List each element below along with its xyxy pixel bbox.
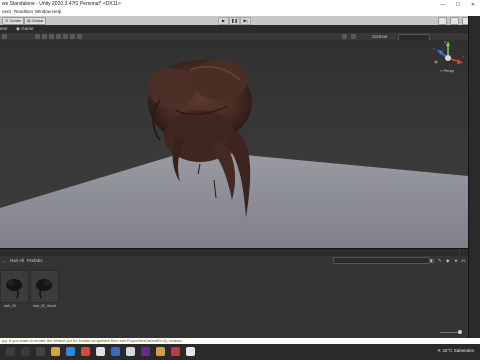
weather-label: Sabetotes — [453, 348, 474, 353]
hidden-count: 29 — [461, 257, 466, 263]
tab-game-label: Game — [21, 26, 34, 31]
filter-icon[interactable]: ◆ — [446, 258, 449, 264]
effects-icon[interactable] — [56, 34, 61, 39]
perspective-label[interactable]: < Persp — [440, 68, 454, 73]
step-button[interactable]: ▶| — [240, 17, 251, 25]
camera-icon[interactable] — [70, 34, 75, 39]
asset-label: hair_00 — [4, 304, 16, 308]
window-title: ws Standalone - Unity 2020.3.47f1 Person… — [2, 1, 121, 7]
thumbnail-size-slider-handle[interactable] — [458, 330, 462, 334]
cloud-icon[interactable] — [450, 17, 459, 25]
visual-studio-icon[interactable] — [141, 347, 150, 356]
asset-tile[interactable] — [30, 270, 59, 303]
collab-icon[interactable] — [438, 17, 447, 25]
gizmo-y-label: y — [444, 40, 446, 44]
play-button[interactable]: ▶ — [218, 17, 229, 25]
task-view-icon[interactable] — [36, 347, 45, 356]
tab-scene[interactable]: ene — [0, 25, 8, 33]
ground-plane — [0, 150, 468, 248]
menu-item-rendition[interactable]: Rendition — [14, 9, 33, 14]
mail-icon[interactable] — [111, 347, 120, 356]
asset-label: hair_00_Scroll — [33, 304, 56, 308]
menu-item-window[interactable]: Window — [35, 9, 51, 14]
edge-icon[interactable] — [66, 347, 75, 356]
gizmo-z-label: z — [433, 46, 435, 51]
hair-prefab-thumbnail-icon — [36, 279, 52, 299]
project-assets-area — [0, 264, 468, 338]
2d-toggle-icon[interactable] — [35, 34, 40, 39]
os-taskbar: ☀ 32°C Sabetotes — [0, 344, 480, 360]
folder-icon[interactable] — [156, 347, 165, 356]
star-icon[interactable]: ★ — [454, 258, 458, 264]
lighting-icon[interactable] — [42, 34, 47, 39]
global-label: Global — [31, 18, 44, 23]
main-toolbar: ⊙ Center ◍ Global ▶ ❚❚ ▶| — [0, 16, 480, 25]
project-search-input[interactable] — [333, 257, 430, 264]
breadcrumb-separator: › — [23, 257, 25, 263]
app-icon[interactable] — [81, 347, 90, 356]
menu-item-help[interactable]: Help — [52, 9, 61, 14]
scene-orientation-gizmo — [434, 41, 463, 64]
global-button[interactable]: ◍ Global — [24, 17, 47, 25]
lock-icon[interactable]: ◧ — [430, 258, 434, 264]
gizmos-dropdown[interactable]: Gizmos — [372, 34, 387, 39]
center-label: Center — [9, 18, 22, 23]
scene-camera-icon[interactable] — [351, 34, 356, 39]
audio-icon[interactable] — [49, 34, 54, 39]
scene-viewport[interactable]: y x z < Persp — [0, 40, 468, 248]
visibility-icon[interactable] — [63, 34, 68, 39]
grid-icon[interactable] — [77, 34, 82, 39]
favorite-icon[interactable]: ✎ — [438, 258, 442, 264]
gizmo-x-label: x — [462, 54, 464, 59]
breadcrumb-parent[interactable]: … — [2, 258, 7, 263]
unity-hub-icon[interactable] — [126, 347, 135, 356]
media-icon[interactable] — [171, 347, 180, 356]
start-icon[interactable] — [6, 347, 15, 356]
system-tray[interactable]: ☀ 32°C Sabetotes — [437, 348, 474, 354]
store-icon[interactable] — [96, 347, 105, 356]
thumbnail-size-slider[interactable] — [440, 332, 460, 333]
right-panel-strip — [468, 16, 480, 344]
search-icon[interactable] — [21, 347, 30, 356]
tools-icon[interactable] — [342, 34, 347, 39]
temperature-label: 32°C — [442, 348, 453, 353]
menu-item-component[interactable]: nent — [2, 9, 11, 14]
hair-prefab-thumbnail-icon — [6, 279, 22, 299]
asset-tile[interactable] — [0, 270, 29, 303]
tab-game[interactable]: ◉ Game — [16, 25, 33, 33]
shading-mode-icon[interactable] — [2, 34, 7, 39]
breadcrumb-prefabs[interactable]: Prefabs — [27, 258, 43, 263]
unity-editor-icon[interactable] — [186, 347, 195, 356]
pause-button[interactable]: ❚❚ — [229, 17, 240, 25]
pivot-center-button[interactable]: ⊙ Center — [2, 17, 25, 25]
title-bar: ws Standalone - Unity 2020.3.47f1 Person… — [0, 0, 480, 8]
file-explorer-icon[interactable] — [51, 347, 60, 356]
